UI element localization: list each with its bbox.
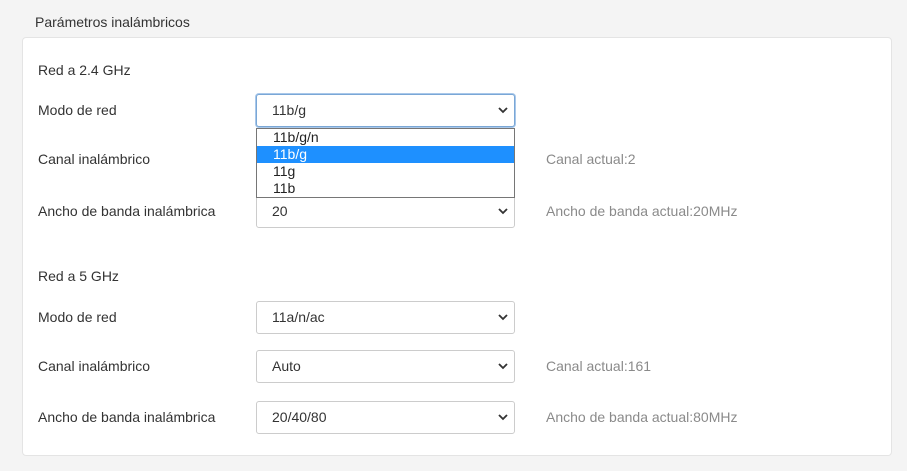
band-5-channel-label: Canal inalámbrico	[38, 358, 151, 374]
band-5-mode-select[interactable]: 11a/n/ac	[256, 301, 515, 334]
band-24-mode-label: Modo de red	[38, 102, 117, 118]
band-5-bandwidth-select[interactable]: 20/40/80	[256, 401, 515, 434]
wireless-settings-page: Parámetros inalámbricos Red a 2.4 GHz Mo…	[0, 0, 907, 471]
mode-option[interactable]: 11g	[257, 163, 514, 180]
band-5-channel-current: Canal actual:161	[546, 358, 652, 374]
chevron-down-icon	[498, 208, 508, 215]
band-24-title: Red a 2.4 GHz	[38, 62, 131, 78]
mode-option[interactable]: 11b	[257, 180, 514, 197]
band-24-mode-select[interactable]: 11b/g	[256, 94, 515, 127]
band-5-bandwidth-label: Ancho de banda inalámbrica	[38, 409, 216, 425]
mode-option-selected[interactable]: 11b/g	[257, 146, 514, 163]
band-24-mode-dropdown: 11b/g/n 11b/g 11g 11b	[256, 128, 515, 198]
band-5-mode-label: Modo de red	[38, 309, 117, 325]
band-24-bandwidth-current: Ancho de banda actual:20MHz	[546, 203, 738, 219]
band-5-title: Red a 5 GHz	[38, 268, 119, 284]
band-5-bandwidth-current: Ancho de banda actual:80MHz	[546, 409, 738, 425]
band-24-bandwidth-select[interactable]: 20	[256, 195, 515, 228]
band-24-channel-label: Canal inalámbrico	[38, 151, 151, 167]
chevron-down-icon	[498, 363, 508, 370]
band-24-bandwidth-label: Ancho de banda inalámbrica	[38, 203, 216, 219]
chevron-down-icon	[498, 107, 508, 114]
wireless-settings-card: Red a 2.4 GHz Modo de red 11b/g 11b/g/n …	[22, 37, 892, 456]
band-24-channel-current: Canal actual:2	[546, 151, 636, 167]
band-5-channel-value: Auto	[272, 358, 301, 374]
band-5-channel-select[interactable]: Auto	[256, 350, 515, 383]
band-24-mode-value: 11b/g	[272, 102, 306, 118]
band-5-mode-value: 11a/n/ac	[272, 309, 325, 325]
chevron-down-icon	[498, 314, 508, 321]
chevron-down-icon	[498, 414, 508, 421]
band-24-bandwidth-value: 20	[272, 203, 288, 219]
mode-option[interactable]: 11b/g/n	[257, 129, 514, 146]
section-title: Parámetros inalámbricos	[35, 14, 190, 30]
band-5-bandwidth-value: 20/40/80	[272, 409, 327, 425]
